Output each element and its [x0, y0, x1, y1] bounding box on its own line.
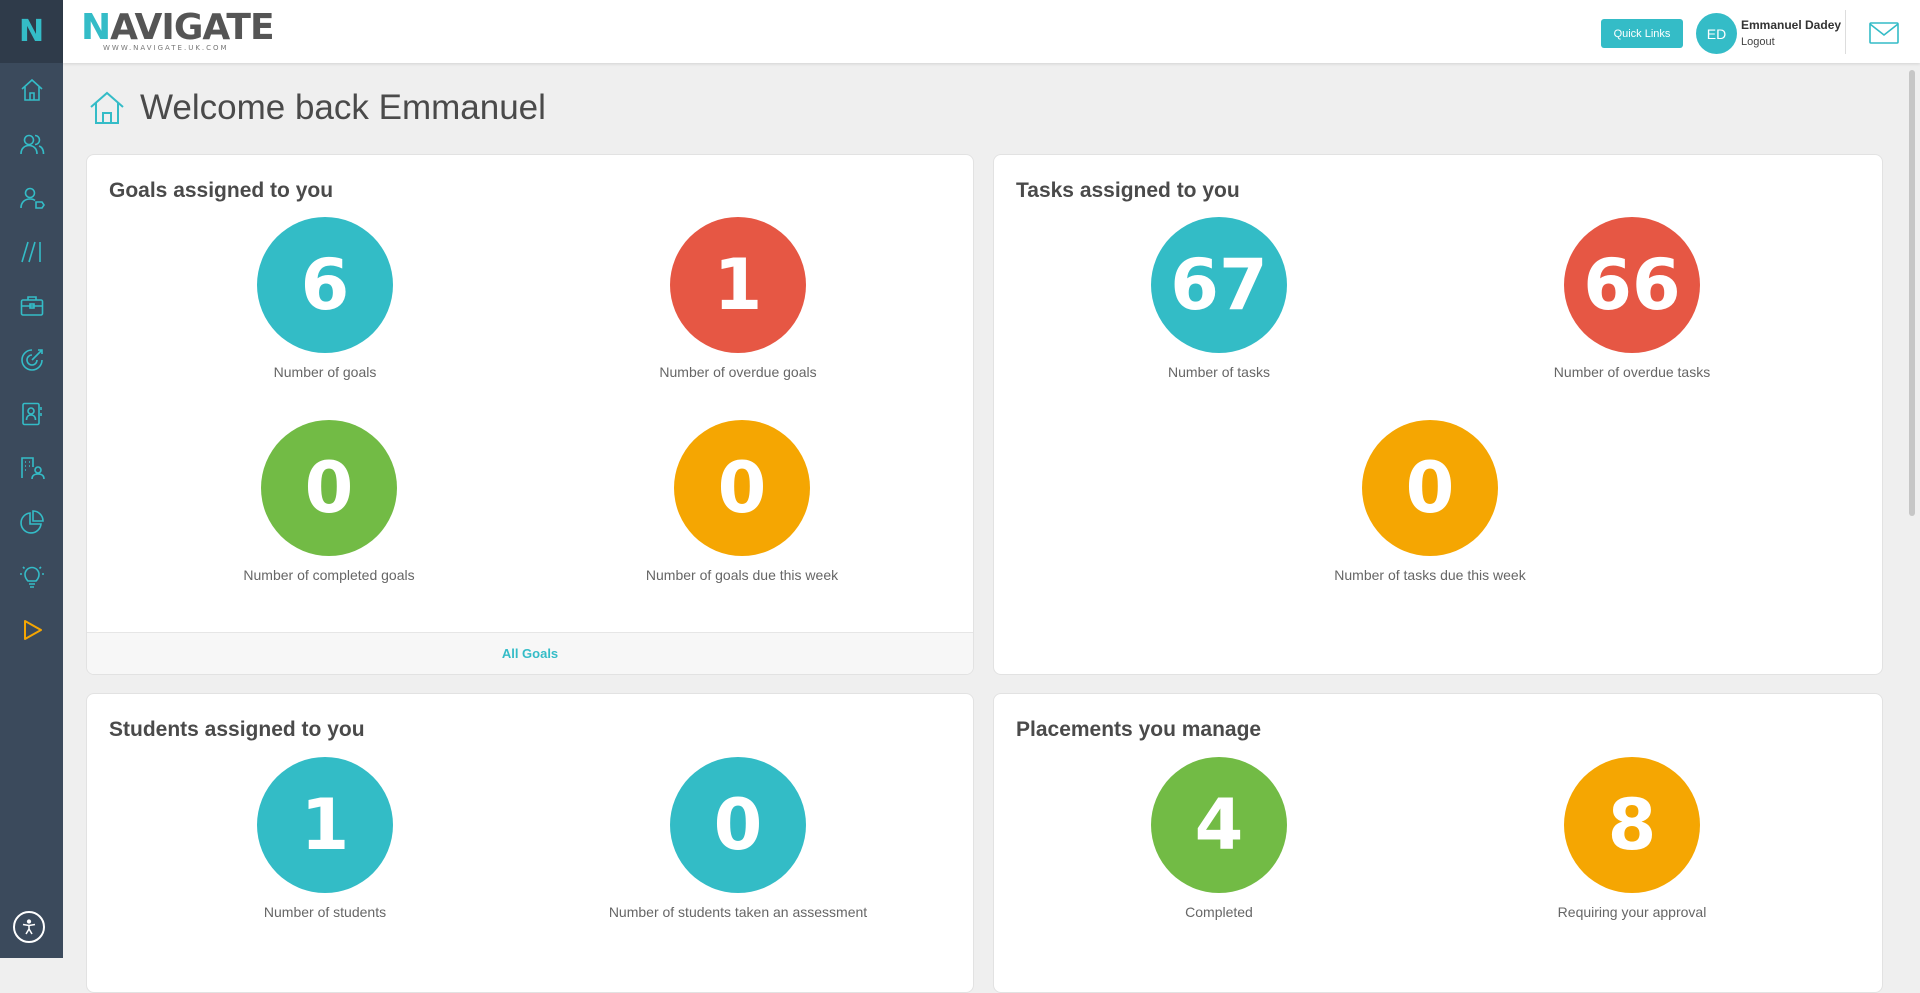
placements-approval-stat[interactable]: 8 Requiring your approval: [1472, 757, 1792, 920]
students-assessed-stat[interactable]: 0 Number of students taken an assessment: [578, 757, 898, 920]
stat-circle: 66: [1564, 217, 1700, 353]
stat-circle: 0: [1362, 420, 1498, 556]
stat-circle: 8: [1564, 757, 1700, 893]
stat-circle: 1: [670, 217, 806, 353]
goals-total-stat[interactable]: 6 Number of goals: [165, 217, 485, 380]
user-tag-icon[interactable]: [0, 178, 63, 218]
goals-due-week-stat[interactable]: 0 Number of goals due this week: [582, 420, 902, 583]
brand-url: WWW.NAVIGATE.UK.COM: [103, 44, 229, 52]
stat-label: Number of tasks due this week: [1334, 567, 1526, 583]
avatar[interactable]: ED: [1696, 13, 1737, 54]
tasks-card-title: Tasks assigned to you: [1016, 179, 1240, 202]
goals-card-footer: All Goals: [87, 632, 973, 674]
accessibility-icon[interactable]: [13, 911, 45, 943]
students-total-stat[interactable]: 1 Number of students: [165, 757, 485, 920]
page-title: Welcome back Emmanuel: [140, 88, 546, 127]
tasks-due-week-stat[interactable]: 0 Number of tasks due this week: [1270, 420, 1590, 583]
placements-card-title: Placements you manage: [1016, 718, 1262, 741]
building-user-icon[interactable]: [0, 448, 63, 488]
top-header: NAVIGATE WWW.NAVIGATE.UK.COM Quick Links…: [63, 0, 1920, 63]
brand-rest: AVIGATE: [110, 7, 274, 48]
lightbulb-icon[interactable]: [0, 556, 63, 596]
contact-book-icon[interactable]: [0, 394, 63, 434]
stat-label: Number of tasks: [1168, 364, 1270, 380]
tasks-card: Tasks assigned to you 67 Number of tasks…: [993, 154, 1883, 675]
brand-logo[interactable]: NAVIGATE WWW.NAVIGATE.UK.COM: [81, 8, 275, 54]
briefcase-icon[interactable]: [0, 286, 63, 326]
header-divider: [1845, 10, 1846, 54]
all-goals-link[interactable]: All Goals: [502, 646, 558, 661]
page-scrollbar[interactable]: [1907, 66, 1917, 958]
sidebar: N: [0, 0, 63, 958]
tasks-overdue-stat[interactable]: 66 Number of overdue tasks: [1472, 217, 1792, 380]
home-icon[interactable]: [0, 70, 63, 110]
scrollbar-thumb[interactable]: [1909, 70, 1915, 516]
stat-label: Number of completed goals: [243, 567, 415, 583]
play-icon[interactable]: [0, 610, 63, 650]
placements-card: Placements you manage 4 Completed 8 Requ…: [993, 693, 1883, 993]
goals-card-title: Goals assigned to you: [109, 179, 334, 202]
user-name: Emmanuel Dadey: [1741, 18, 1842, 32]
tasks-total-stat[interactable]: 67 Number of tasks: [1059, 217, 1379, 380]
page-home-icon: [90, 91, 124, 124]
stat-circle: 6: [257, 217, 393, 353]
students-card: Students assigned to you 1 Number of stu…: [86, 693, 974, 993]
logout-link[interactable]: Logout: [1741, 36, 1775, 48]
quick-links-button[interactable]: Quick Links: [1601, 19, 1683, 48]
stat-label: Number of overdue goals: [659, 364, 817, 380]
stat-circle: 0: [670, 757, 806, 893]
stat-label: Number of goals due this week: [645, 567, 839, 583]
stat-circle: 67: [1151, 217, 1287, 353]
stat-circle: 0: [261, 420, 397, 556]
slashes-icon[interactable]: [0, 232, 63, 272]
stat-label: Number of overdue tasks: [1553, 364, 1711, 380]
app-logo[interactable]: N: [0, 0, 63, 63]
mail-icon[interactable]: [1869, 22, 1899, 44]
stat-label: Number of students: [263, 904, 387, 920]
stat-label: Requiring your approval: [1557, 904, 1707, 920]
brand-first-letter: N: [81, 7, 111, 48]
placements-completed-stat[interactable]: 4 Completed: [1059, 757, 1379, 920]
brand-name: NAVIGATE: [81, 7, 275, 48]
target-icon[interactable]: [0, 340, 63, 380]
stat-label: Number of students taken an assessment: [608, 904, 868, 920]
goals-overdue-stat[interactable]: 1 Number of overdue goals: [578, 217, 898, 380]
stat-circle: 1: [257, 757, 393, 893]
stat-label: Completed: [1185, 904, 1253, 920]
app-logo-letter: N: [18, 14, 45, 49]
students-card-title: Students assigned to you: [109, 718, 365, 741]
users-icon[interactable]: [0, 124, 63, 164]
goals-completed-stat[interactable]: 0 Number of completed goals: [169, 420, 489, 583]
stat-circle: 0: [674, 420, 810, 556]
goals-card: Goals assigned to you 6 Number of goals …: [86, 154, 974, 675]
pie-chart-icon[interactable]: [0, 502, 63, 542]
stat-label: Number of goals: [273, 364, 377, 380]
stat-circle: 4: [1151, 757, 1287, 893]
